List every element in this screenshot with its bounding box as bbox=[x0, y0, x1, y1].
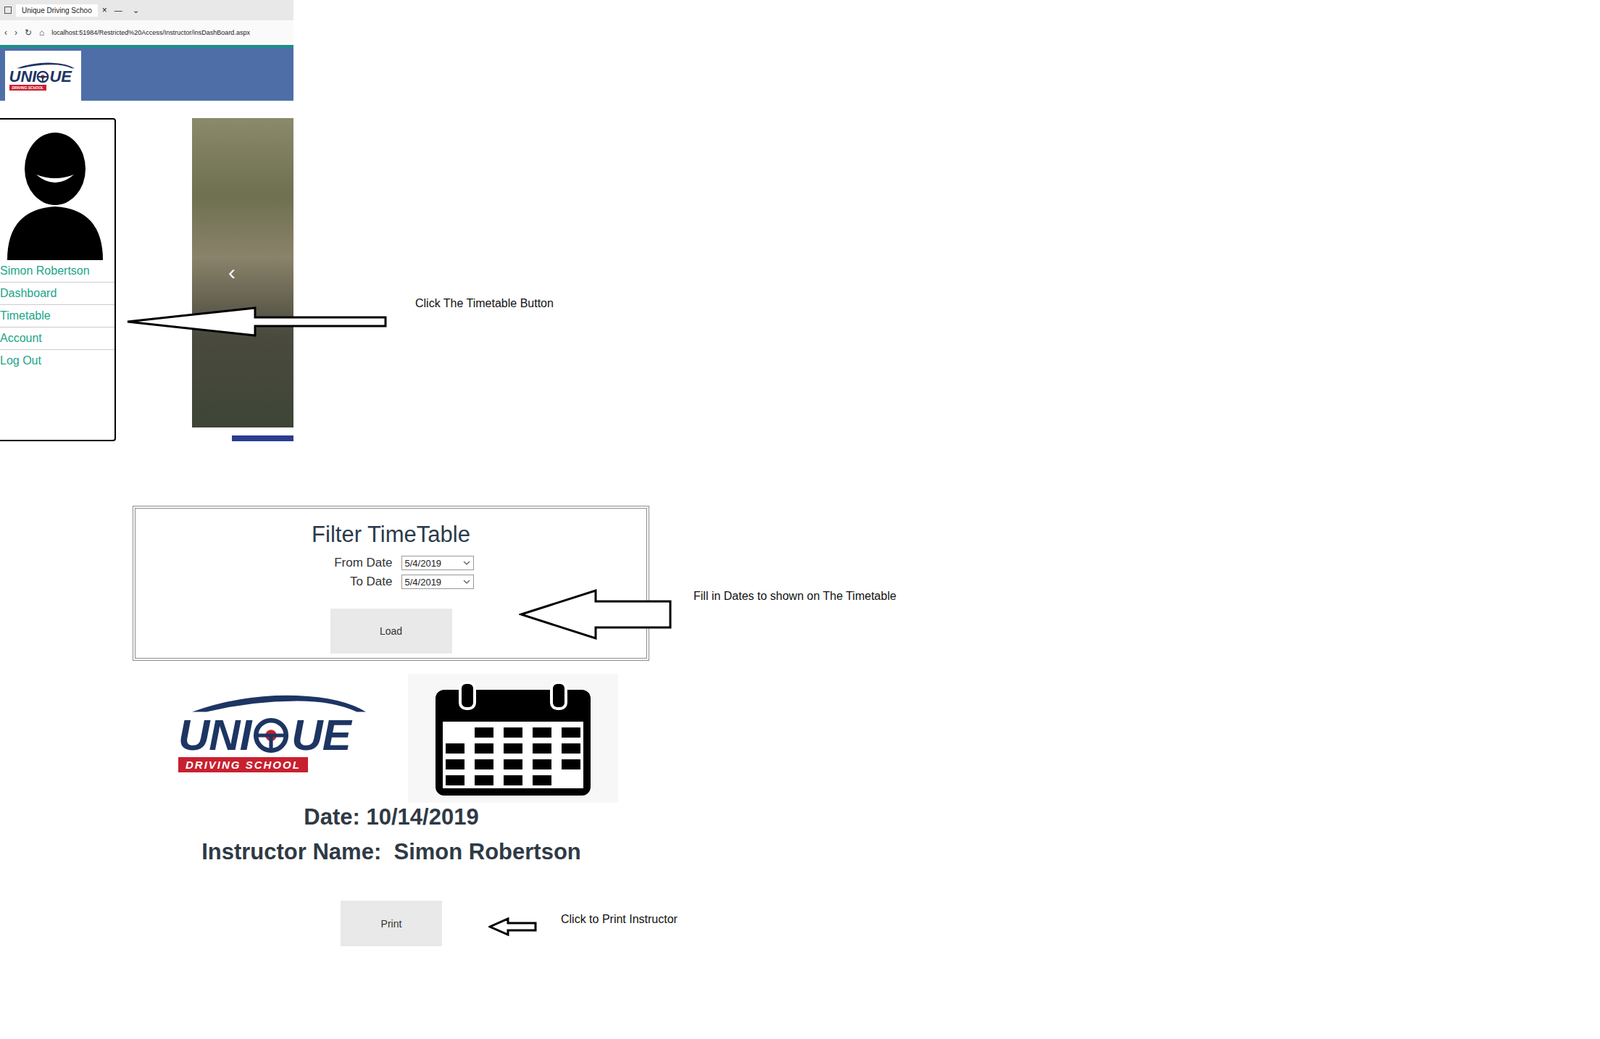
nav-button[interactable]: ‹ bbox=[4, 27, 8, 38]
arrow-left-icon bbox=[126, 303, 389, 340]
user-avatar-icon bbox=[4, 131, 106, 261]
tab-page-icon bbox=[4, 6, 12, 14]
nav-button[interactable]: ⌂ bbox=[39, 27, 45, 38]
annotation: Click The Timetable Button bbox=[415, 297, 554, 311]
nav-button[interactable]: ↻ bbox=[24, 27, 32, 38]
load-button[interactable]: Load bbox=[330, 608, 453, 654]
sidebar-item[interactable]: Account bbox=[0, 327, 115, 350]
sidebar-item[interactable]: Timetable bbox=[0, 305, 115, 328]
annotation: Fill in Dates to shown on The Timetable bbox=[693, 589, 897, 603]
browser-tab-bar: Unique Driving Schoo ×—⌄ bbox=[0, 0, 294, 21]
sidebar-item[interactable]: Log Out bbox=[0, 350, 115, 372]
user-name[interactable]: Simon Robertson bbox=[0, 260, 115, 283]
steering-wheel-icon bbox=[252, 716, 290, 755]
calendar-icon bbox=[407, 673, 619, 803]
instructor-name: Instructor Name: Simon Robertson bbox=[201, 839, 582, 866]
document-canvas: Unique Driving Schoo ×—⌄ ‹ › ↻ ⌂ localhost:519… bbox=[0, 0, 1600, 1039]
url-field[interactable]: localhost:51984/Restricted%20Access/Inst… bbox=[51, 28, 250, 37]
steering-wheel-icon bbox=[36, 70, 50, 84]
carousel-prev-button[interactable]: ‹ bbox=[228, 260, 236, 285]
site-header: UNIUEDRIVING SCHOOL bbox=[0, 47, 294, 101]
logo: UNIUEDRIVING SCHOOL bbox=[9, 61, 78, 91]
window-control[interactable]: ⌄ bbox=[129, 5, 143, 16]
chevron-down-icon bbox=[463, 560, 471, 566]
filter-panel: Filter TimeTable From Date 5/4/2019 To Date… bbox=[132, 505, 650, 661]
window-control[interactable]: — bbox=[111, 5, 126, 15]
print-button[interactable]: Print bbox=[340, 900, 443, 947]
to-date-label: To Date bbox=[330, 574, 393, 590]
address-bar: ‹ › ↻ ⌂ localhost:51984/Restricted%20Access/… bbox=[0, 20, 294, 45]
car-roof-icon bbox=[188, 692, 370, 714]
arrow-left-icon bbox=[488, 917, 538, 937]
report-logo: UNIUEDRIVING SCHOOL bbox=[178, 692, 370, 773]
filter-title: Filter TimeTable bbox=[311, 521, 471, 548]
carousel-photo: ‹ bbox=[192, 118, 294, 428]
dashboard-screenshot: Unique Driving Schoo ×—⌄ ‹ › ↻ ⌂ localhost:519… bbox=[0, 0, 294, 442]
annotation: Click to Print Instructor bbox=[560, 913, 678, 927]
sidebar-card: Simon RobertsonDashboardTimetableAccount… bbox=[0, 118, 116, 442]
browser-tab[interactable]: Unique Driving Schoo bbox=[15, 4, 98, 17]
sidebar-item[interactable]: Dashboard bbox=[0, 282, 115, 306]
from-date-label: From Date bbox=[330, 555, 393, 571]
car-roof-icon bbox=[13, 61, 78, 69]
arrow-left-icon bbox=[518, 588, 673, 641]
from-date-select[interactable]: 5/4/2019 bbox=[401, 555, 474, 571]
to-date-select[interactable]: 5/4/2019 bbox=[401, 574, 474, 590]
nav-button[interactable]: › bbox=[14, 27, 18, 38]
report-date: Date: 10/14/2019 bbox=[303, 804, 479, 831]
header-logo[interactable]: UNIUEDRIVING SCHOOL bbox=[5, 50, 82, 101]
carousel-indicator[interactable] bbox=[231, 435, 294, 442]
chevron-down-icon bbox=[463, 579, 471, 585]
tab-close-button[interactable]: × bbox=[102, 5, 108, 16]
